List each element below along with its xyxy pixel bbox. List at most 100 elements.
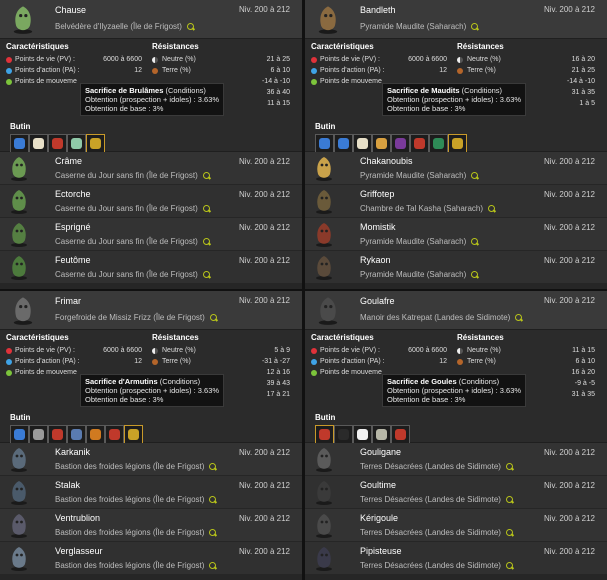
monster-list: Crâme Niv. 200 à 212 Caserne du Jour sans … — [0, 152, 302, 284]
monster-location: Terres Désacrées (Landes de Sidimote) — [360, 528, 513, 537]
map-pin-icon[interactable] — [505, 562, 513, 569]
loot-item[interactable] — [391, 134, 410, 153]
monster-header-expanded[interactable]: Goulafre Niv. 200 à 212 Manoir des Katrepa… — [305, 291, 607, 330]
loot-item[interactable] — [410, 134, 429, 153]
map-pin-icon[interactable] — [202, 238, 210, 245]
monster-name[interactable]: Pipisteuse — [360, 546, 402, 556]
loot-item[interactable] — [391, 425, 410, 444]
monster-name[interactable]: Goultime — [360, 480, 396, 490]
loot-item[interactable] — [29, 425, 48, 444]
monster-name[interactable]: Crâme — [55, 156, 82, 166]
loot-item[interactable] — [48, 134, 67, 153]
characteristics-title: Caractéristiques — [311, 42, 374, 51]
monster-row[interactable]: Crâme Niv. 200 à 212 Caserne du Jour sans … — [0, 152, 302, 185]
monster-row[interactable]: Momistik Niv. 200 à 212 Pyramide Maudite (… — [305, 218, 607, 251]
monster-row[interactable]: Esprigné Niv. 200 à 212 Caserne du Jour sa… — [0, 218, 302, 251]
monster-name[interactable]: Griffotep — [360, 189, 394, 199]
monster-row[interactable]: Goultime Niv. 200 à 212 Terres Désacrées (… — [305, 476, 607, 509]
loot-item[interactable] — [67, 134, 86, 153]
loot-item[interactable] — [124, 425, 143, 444]
loot-item[interactable] — [315, 425, 334, 444]
map-pin-icon[interactable] — [471, 23, 479, 30]
monster-name[interactable]: Goulafre — [360, 296, 395, 306]
loot-item[interactable] — [67, 425, 86, 444]
monster-portrait — [6, 253, 32, 281]
monster-name[interactable]: Momistik — [360, 222, 396, 232]
monster-header-expanded[interactable]: Frimar Niv. 200 à 212 Forgefroide de Missi… — [0, 291, 302, 330]
stat-label: Points d'action (PA) : — [320, 67, 385, 74]
monster-name[interactable]: Kérigoule — [360, 513, 398, 523]
monster-row[interactable]: Rykaon Niv. 200 à 212 Pyramide Maudite (Sa… — [305, 251, 607, 284]
stat-label: Points de vie (PV) : — [320, 347, 380, 354]
monster-row[interactable]: Griffotep Niv. 200 à 212 Chambre de Tal Ka… — [305, 185, 607, 218]
map-pin-icon[interactable] — [471, 172, 479, 179]
monster-name[interactable]: Verglasseur — [55, 546, 103, 556]
loot-item[interactable] — [86, 425, 105, 444]
monster-row[interactable]: Ventrublion Niv. 200 à 212 Bastion des fro… — [0, 509, 302, 542]
monster-name[interactable]: Karkanik — [55, 447, 90, 457]
loot-item[interactable] — [353, 134, 372, 153]
monster-row[interactable]: Gouligane Niv. 200 à 212 Terres Désacrées … — [305, 443, 607, 476]
resistances-title: Résistances — [457, 333, 504, 342]
monster-row[interactable]: Pipisteuse Niv. 200 à 212 Terres Désacrées… — [305, 542, 607, 575]
loot-item[interactable] — [86, 134, 105, 153]
loot-item[interactable] — [105, 425, 124, 444]
monster-header-expanded[interactable]: Bandleth Niv. 200 à 212 Pyramide Maudite (… — [305, 0, 607, 39]
stat-label: Points de vie (PV) : — [320, 56, 380, 63]
loot-item[interactable] — [372, 134, 391, 153]
map-pin-icon[interactable] — [505, 463, 513, 470]
monster-row[interactable]: Stalak Niv. 200 à 212 Bastion des froides … — [0, 476, 302, 509]
map-pin-icon[interactable] — [209, 496, 217, 503]
monster-row[interactable]: Feutôme Niv. 200 à 212 Caserne du Jour san… — [0, 251, 302, 284]
map-pin-icon[interactable] — [209, 463, 217, 470]
monster-name[interactable]: Ventrublion — [55, 513, 100, 523]
loot-item[interactable] — [315, 134, 334, 153]
loot-item[interactable] — [372, 425, 391, 444]
map-pin-icon[interactable] — [202, 205, 210, 212]
monster-row[interactable]: Karkanik Niv. 200 à 212 Bastion des froide… — [0, 443, 302, 476]
resistance-value: 39 à 43 — [266, 380, 290, 387]
map-pin-icon[interactable] — [471, 271, 479, 278]
map-pin-icon[interactable] — [209, 529, 217, 536]
monster-name[interactable]: Rykaon — [360, 255, 391, 265]
monster-name[interactable]: Gouligane — [360, 447, 401, 457]
monster-name[interactable]: Frimar — [55, 296, 81, 306]
characteristics-title: Caractéristiques — [311, 333, 374, 342]
loot-item[interactable] — [48, 425, 67, 444]
loot-item[interactable] — [29, 134, 48, 153]
monster-name[interactable]: Chause — [55, 5, 86, 15]
monster-header-expanded[interactable]: Chause Niv. 200 à 212 Belvédère d'Ilyzaell… — [0, 0, 302, 39]
resistances-title: Résistances — [152, 42, 199, 51]
loot-title: Butin — [315, 413, 336, 422]
monster-row[interactable]: Chakanoubis Niv. 200 à 212 Pyramide Maudit… — [305, 152, 607, 185]
monster-row[interactable]: Verglasseur Niv. 200 à 212 Bastion des fro… — [0, 542, 302, 575]
map-pin-icon[interactable] — [202, 172, 210, 179]
location-text: Caserne du Jour sans fin (Île de Frigost… — [55, 237, 198, 246]
loot-item[interactable] — [353, 425, 372, 444]
loot-item[interactable] — [334, 425, 353, 444]
loot-item[interactable] — [10, 425, 29, 444]
loot-item[interactable] — [10, 134, 29, 153]
loot-item[interactable] — [429, 134, 448, 153]
monster-name[interactable]: Bandleth — [360, 5, 396, 15]
monster-name[interactable]: Stalak — [55, 480, 80, 490]
map-pin-icon[interactable] — [209, 562, 217, 569]
monster-name[interactable]: Chakanoubis — [360, 156, 413, 166]
monster-level: Niv. 200 à 212 — [239, 256, 290, 265]
map-pin-icon[interactable] — [186, 23, 194, 30]
monster-row[interactable]: Kérigoule Niv. 200 à 212 Terres Désacrées … — [305, 509, 607, 542]
monster-name[interactable]: Feutôme — [55, 255, 91, 265]
map-pin-icon[interactable] — [471, 238, 479, 245]
monster-row[interactable]: Ectorche Niv. 200 à 212 Caserne du Jour sa… — [0, 185, 302, 218]
map-pin-icon[interactable] — [202, 271, 210, 278]
map-pin-icon[interactable] — [209, 314, 217, 321]
loot-item[interactable] — [448, 134, 467, 153]
map-pin-icon[interactable] — [505, 529, 513, 536]
monster-details: Caractéristiques Résistances Points de vie… — [0, 39, 302, 153]
map-pin-icon[interactable] — [488, 205, 496, 212]
monster-name[interactable]: Ectorche — [55, 189, 91, 199]
loot-item[interactable] — [334, 134, 353, 153]
map-pin-icon[interactable] — [515, 314, 523, 321]
monster-name[interactable]: Esprigné — [55, 222, 91, 232]
map-pin-icon[interactable] — [505, 496, 513, 503]
